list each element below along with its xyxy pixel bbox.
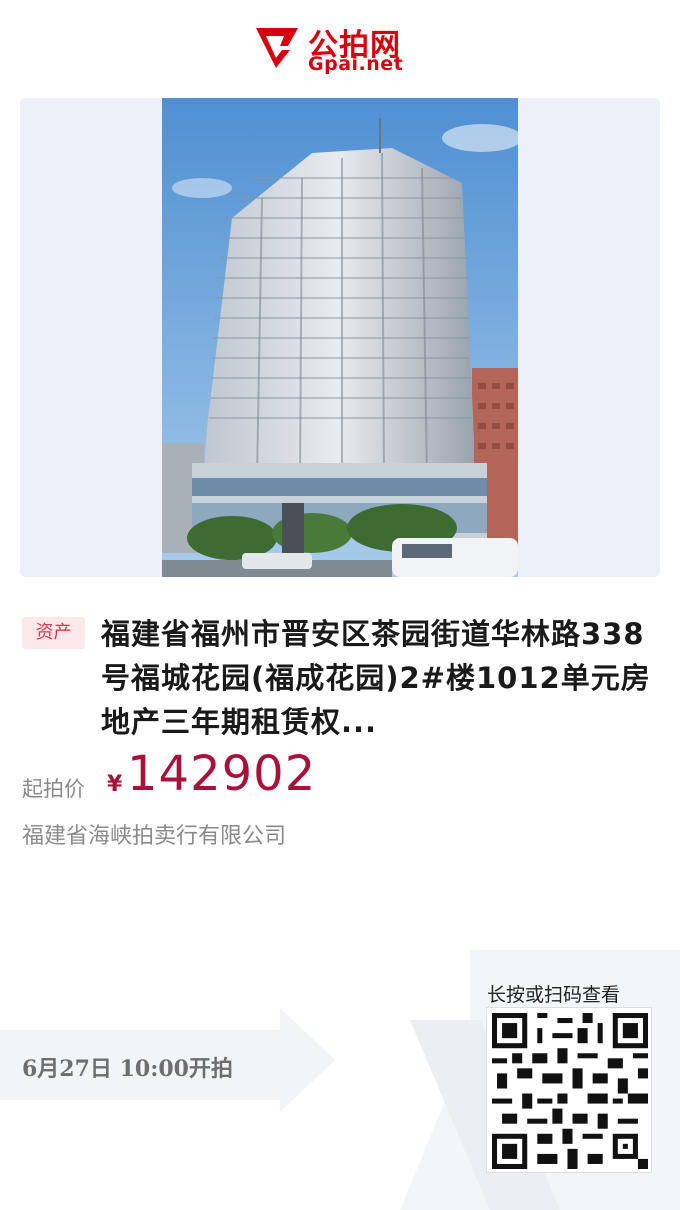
gpai-logo: 公拍网 Gpai.net [252, 22, 432, 75]
gpai-logo-icon [256, 28, 298, 68]
qr-code-icon [492, 1013, 648, 1169]
auction-start-time: 6月27日 10:00开拍 [22, 1056, 233, 1082]
listing-title[interactable]: 福建省福州市晋安区茶园街道华林路338号福城花园(福成花园)2#楼1012单元房… [101, 612, 653, 744]
property-photo-frame [20, 98, 660, 577]
starting-price-value: 142902 [127, 746, 317, 802]
starting-price-label: 起拍价 [22, 777, 85, 801]
asset-tag: 资产 [22, 617, 85, 649]
auction-company: 福建省海峡拍卖行有限公司 [22, 824, 287, 849]
currency-symbol: ¥ [107, 772, 123, 797]
logo-text-en: Gpai.net [308, 53, 404, 75]
qr-caption: 长按或扫码查看 [487, 984, 621, 1006]
property-photo[interactable] [162, 98, 518, 577]
qr-code[interactable] [486, 1007, 652, 1173]
